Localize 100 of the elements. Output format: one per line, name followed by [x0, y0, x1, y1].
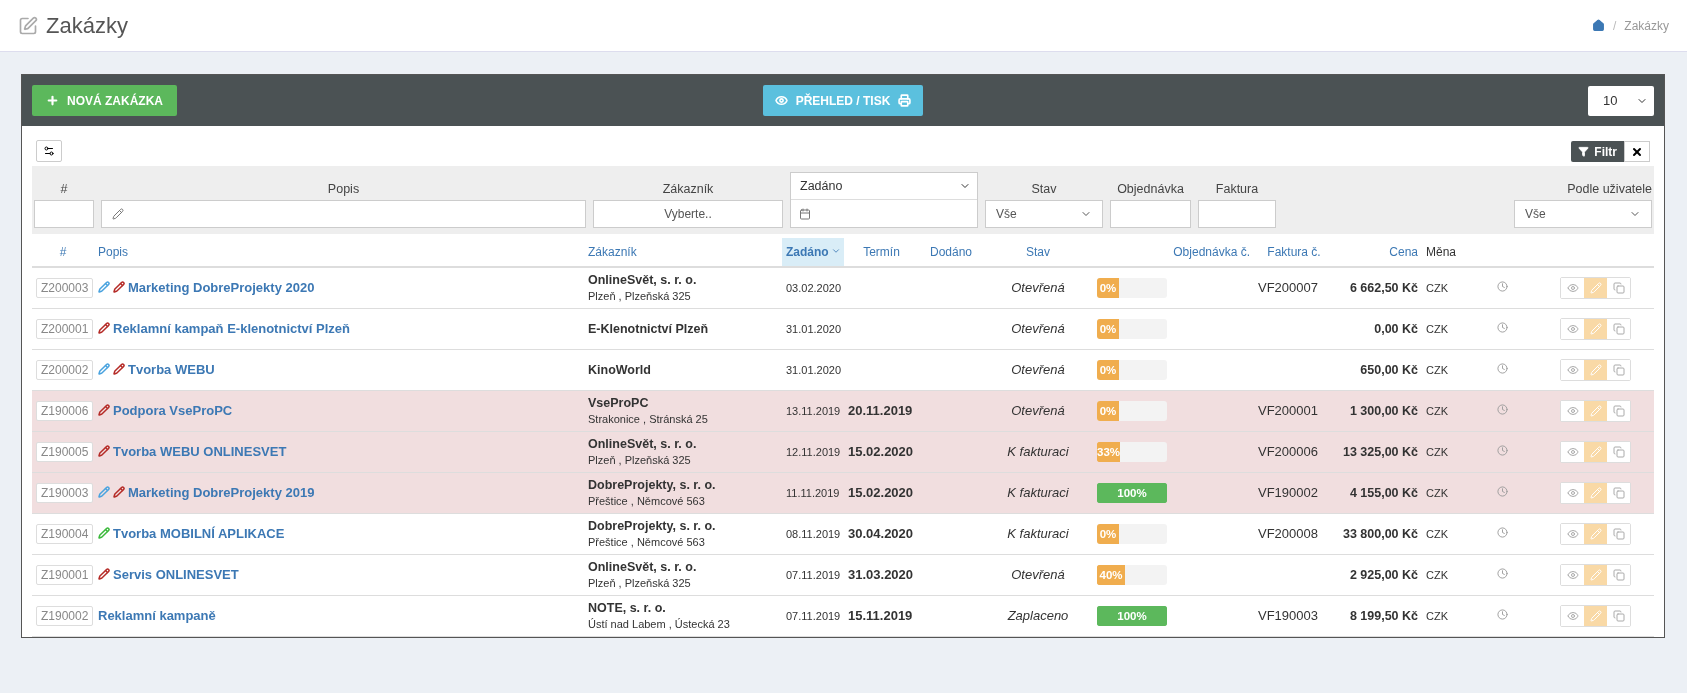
- deadline-date: 20.11.2019: [848, 403, 913, 418]
- pencil-icon: [1589, 363, 1602, 376]
- customer-name: OnlineSvět, s. r. o.: [588, 273, 698, 288]
- printer-icon: [898, 94, 912, 107]
- copy-icon: [1612, 363, 1625, 376]
- deadline-date: 15.02.2020: [848, 444, 914, 459]
- clock-icon[interactable]: [1496, 445, 1508, 456]
- copy-icon: [1612, 568, 1625, 581]
- customer-address: Plzeň , Plzeňská 325: [588, 577, 692, 589]
- copy-icon: [1612, 404, 1625, 417]
- order-id: Z190005: [36, 441, 94, 462]
- status-text: Otevřená: [1011, 567, 1065, 582]
- close-icon: [1631, 145, 1643, 158]
- filter-icon: [1578, 146, 1590, 157]
- edit-button[interactable]: [1584, 523, 1607, 544]
- copy-icon: [1612, 609, 1625, 622]
- filter-select[interactable]: Vše: [1514, 200, 1652, 228]
- column-header[interactable]: Zadáno: [782, 238, 844, 267]
- pencil-icon: [1589, 486, 1602, 499]
- clock-icon[interactable]: [1496, 609, 1508, 620]
- clock-icon[interactable]: [1496, 322, 1508, 333]
- customer-name: VseProPC: [588, 396, 650, 410]
- settings-button[interactable]: [36, 140, 62, 162]
- edit-button[interactable]: [1584, 605, 1607, 626]
- filter-label: Stav: [1030, 182, 1058, 196]
- edit-button[interactable]: [1584, 564, 1607, 585]
- ordered-date: 12.11.2019: [786, 446, 841, 458]
- breadcrumb-separator: /: [1612, 18, 1617, 33]
- order-id: Z200002: [36, 359, 94, 380]
- currency: CZK: [1426, 569, 1448, 581]
- ordered-date: 31.01.2020: [786, 323, 842, 335]
- order-title-link[interactable]: Tvorba WEBU ONLINESVET: [113, 444, 287, 459]
- customer-address: Strakonice , Stránská 25: [588, 413, 709, 425]
- new-order-button[interactable]: NOVÁ ZAKÁZKA: [32, 85, 177, 116]
- filter-input[interactable]: [1198, 200, 1276, 228]
- customer-name: E-Klenotnictví Plzeň: [588, 321, 710, 336]
- edit-button[interactable]: [1584, 482, 1607, 503]
- copy-button[interactable]: [1607, 482, 1630, 503]
- edit-button[interactable]: [1584, 441, 1607, 462]
- ordered-date: 07.11.2019: [786, 610, 841, 622]
- view-button[interactable]: [1561, 482, 1584, 503]
- edit-button[interactable]: [1584, 359, 1607, 380]
- customer-address: Přeštice , Němcové 563: [588, 495, 706, 507]
- eye-icon: [1566, 281, 1579, 294]
- edit-button[interactable]: [1584, 400, 1607, 421]
- filter-label: Zákazník: [661, 182, 715, 196]
- filter-label: Objednávka: [1116, 182, 1185, 196]
- filter-input[interactable]: [101, 200, 586, 228]
- order-id: Z190001: [36, 564, 94, 585]
- pencil-icon: [1589, 445, 1602, 458]
- order-title-link[interactable]: Podpora VseProPC: [113, 403, 233, 418]
- pencil-icon: [1589, 527, 1602, 540]
- customer-address: Plzeň , Plzeňská 325: [588, 290, 692, 303]
- order-title-link[interactable]: Marketing DobreProjekty 2019: [128, 485, 315, 500]
- clock-icon[interactable]: [1496, 527, 1508, 538]
- order-id: Z190004: [36, 523, 94, 544]
- copy-icon: [1612, 527, 1625, 540]
- edit-button[interactable]: [1584, 318, 1607, 339]
- filter-select[interactable]: Vše: [985, 200, 1103, 228]
- order-title-link[interactable]: Tvorba WEBU: [128, 362, 215, 377]
- progress-label: 0%: [1097, 318, 1119, 339]
- customer-address: Přeštice , Němcové 563: [588, 536, 706, 548]
- clock-icon[interactable]: [1496, 404, 1508, 415]
- clock-icon[interactable]: [1496, 363, 1508, 374]
- clock-icon[interactable]: [1496, 281, 1508, 293]
- view-button[interactable]: [1561, 400, 1584, 421]
- order-title-link[interactable]: Reklamní kampaně: [98, 608, 216, 623]
- currency: CZK: [1426, 528, 1448, 540]
- order-title-link[interactable]: Reklamní kampaň E-klenotnictví Plzeň: [113, 321, 350, 336]
- order-id: Z190003: [36, 482, 94, 503]
- order-id: Z200003: [36, 277, 94, 298]
- customer-address: Plzeň , Plzeňská 325: [588, 454, 692, 466]
- price: 2 925,00 Kč: [1349, 568, 1418, 582]
- customer-picker[interactable]: Vyberte..: [593, 200, 783, 228]
- copy-button[interactable]: [1607, 400, 1630, 421]
- currency: CZK: [1426, 487, 1448, 499]
- filter-input[interactable]: [34, 200, 94, 228]
- clear-filter-button[interactable]: [1624, 141, 1650, 162]
- copy-button[interactable]: [1607, 441, 1630, 462]
- clock-icon[interactable]: [1496, 568, 1508, 579]
- currency: CZK: [1426, 282, 1448, 295]
- price: 4 155,00 Kč: [1349, 486, 1418, 500]
- plus-icon: [46, 94, 59, 107]
- eye-icon: [1566, 568, 1579, 581]
- deadline-date: 15.02.2020: [848, 485, 914, 500]
- home-icon[interactable]: [1591, 19, 1605, 32]
- filter-button[interactable]: Filtr: [1571, 141, 1624, 162]
- edit-button[interactable]: [1584, 277, 1607, 298]
- progress-label: 0%: [1097, 277, 1119, 298]
- order-title-link[interactable]: Tvorba MOBILNÍ APLIKACE: [113, 526, 285, 541]
- order-title-link[interactable]: Servis ONLINESVET: [113, 567, 239, 582]
- clock-icon[interactable]: [1496, 486, 1508, 497]
- ordered-date: 31.01.2020: [786, 364, 842, 376]
- view-button[interactable]: [1561, 441, 1584, 462]
- order-title-link[interactable]: Marketing DobreProjekty 2020: [128, 280, 315, 296]
- eye-icon: [1566, 363, 1579, 376]
- filter-label: Podle uživatele: [1567, 182, 1652, 196]
- progress-label: 100%: [1097, 605, 1167, 626]
- filter-input[interactable]: [1110, 200, 1191, 228]
- page-size-select[interactable]: 10: [1588, 85, 1654, 116]
